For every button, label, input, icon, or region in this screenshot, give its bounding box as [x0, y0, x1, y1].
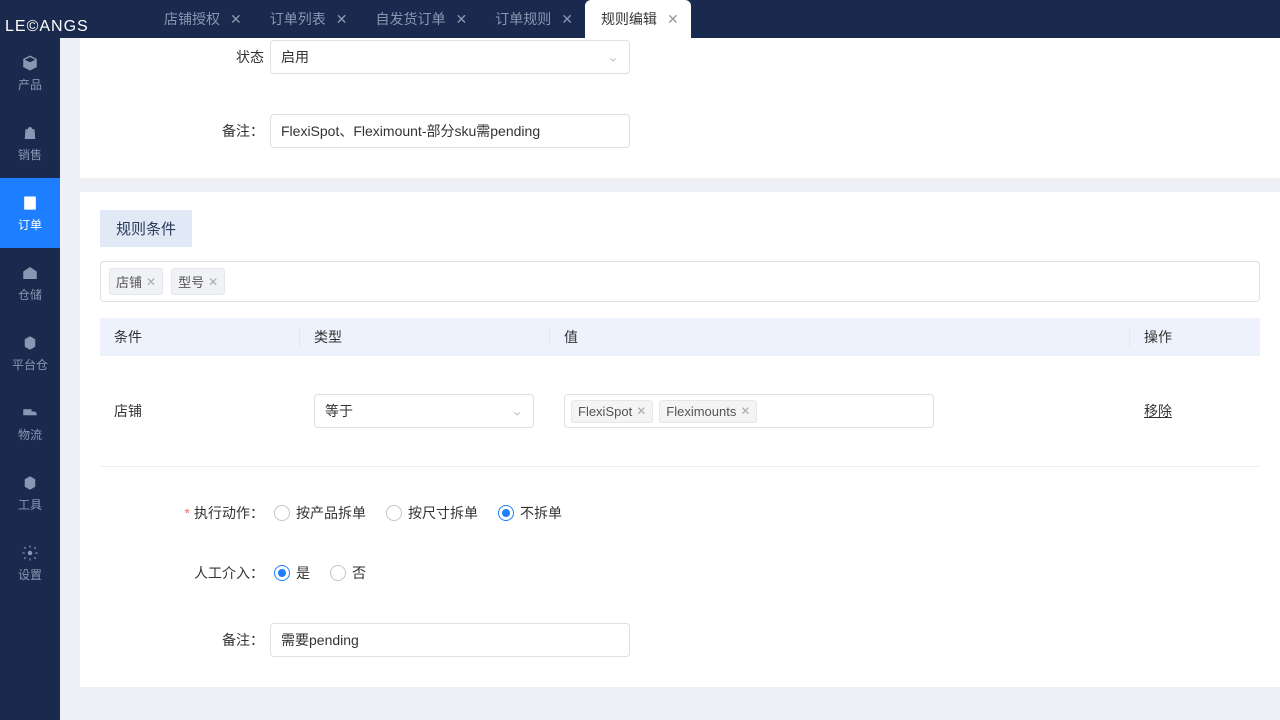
- tab-order-list[interactable]: 订单列表✕: [254, 0, 360, 38]
- radio-manual-yes[interactable]: 是: [274, 563, 310, 583]
- radio-split-by-product[interactable]: 按产品拆单: [274, 503, 366, 523]
- wrench-icon: [20, 474, 40, 492]
- close-icon[interactable]: ✕: [208, 275, 218, 289]
- remark2-label: 备注：: [100, 630, 270, 650]
- radio-split-by-size[interactable]: 按尺寸拆单: [386, 503, 478, 523]
- value-tag[interactable]: FlexiSpot✕: [571, 400, 653, 423]
- table-header: 条件 类型 值 操作: [100, 318, 1260, 356]
- cell-condition: 店铺: [100, 401, 300, 421]
- order-icon: [20, 194, 40, 212]
- close-icon[interactable]: ✕: [455, 11, 467, 28]
- remove-link[interactable]: 移除: [1144, 403, 1172, 419]
- status-label: 状态: [100, 47, 270, 67]
- tab-rule-edit[interactable]: 规则编辑✕: [585, 0, 691, 38]
- nav-sales[interactable]: 销售: [0, 108, 60, 178]
- type-select[interactable]: 等于 ⌄: [314, 394, 534, 428]
- close-icon[interactable]: ✕: [561, 11, 573, 28]
- value-tag[interactable]: Fleximounts✕: [659, 400, 757, 423]
- gear-icon: [20, 544, 40, 562]
- nav-tools[interactable]: 工具: [0, 458, 60, 528]
- chevron-down-icon: ⌄: [511, 403, 523, 420]
- nav-logistics[interactable]: 物流: [0, 388, 60, 458]
- filter-tag-shop[interactable]: 店铺✕: [109, 268, 163, 295]
- filter-tag-model[interactable]: 型号✕: [171, 268, 225, 295]
- warehouse-icon: [20, 264, 40, 282]
- tabs-bar: 店铺授权✕ 订单列表✕ 自发货订单✕ 订单规则✕ 规则编辑✕: [60, 0, 1280, 38]
- nav-warehouse[interactable]: 仓储: [0, 248, 60, 318]
- platform-icon: [20, 334, 40, 352]
- filter-tags[interactable]: 店铺✕ 型号✕: [100, 261, 1260, 302]
- close-icon[interactable]: ✕: [336, 11, 348, 28]
- nav-settings[interactable]: 设置: [0, 528, 60, 598]
- truck-icon: [20, 404, 40, 422]
- value-multiselect[interactable]: FlexiSpot✕ Fleximounts✕: [564, 394, 934, 428]
- close-icon[interactable]: ✕: [740, 404, 750, 418]
- close-icon[interactable]: ✕: [636, 404, 646, 418]
- exec-label: *执行动作：: [100, 503, 270, 523]
- manual-label: 人工介入：: [100, 563, 270, 583]
- nav-platform-warehouse[interactable]: 平台仓: [0, 318, 60, 388]
- radio-manual-no[interactable]: 否: [330, 563, 366, 583]
- close-icon[interactable]: ✕: [667, 11, 679, 28]
- tab-shop-auth[interactable]: 店铺授权✕: [148, 0, 254, 38]
- nav-product[interactable]: 产品: [0, 38, 60, 108]
- table-row: 店铺 等于 ⌄ FlexiSpot✕ Fleximounts✕: [100, 356, 1260, 467]
- close-icon[interactable]: ✕: [230, 11, 242, 28]
- tab-self-ship[interactable]: 自发货订单✕: [359, 0, 479, 38]
- logo: LE©ANGS: [5, 8, 125, 46]
- radio-no-split[interactable]: 不拆单: [498, 503, 562, 523]
- tab-order-rules[interactable]: 订单规则✕: [479, 0, 585, 38]
- remark2-input[interactable]: [270, 623, 630, 657]
- nav-orders[interactable]: 订单: [0, 178, 60, 248]
- chevron-down-icon: ⌄: [607, 49, 619, 66]
- bag-icon: [20, 124, 40, 142]
- status-select[interactable]: 启用 ⌄: [270, 40, 630, 74]
- remark1-input[interactable]: [270, 114, 630, 148]
- close-icon[interactable]: ✕: [146, 275, 156, 289]
- section-rule-conditions: 规则条件: [100, 210, 192, 247]
- remark1-label: 备注：: [100, 121, 270, 141]
- cube-icon: [20, 54, 40, 72]
